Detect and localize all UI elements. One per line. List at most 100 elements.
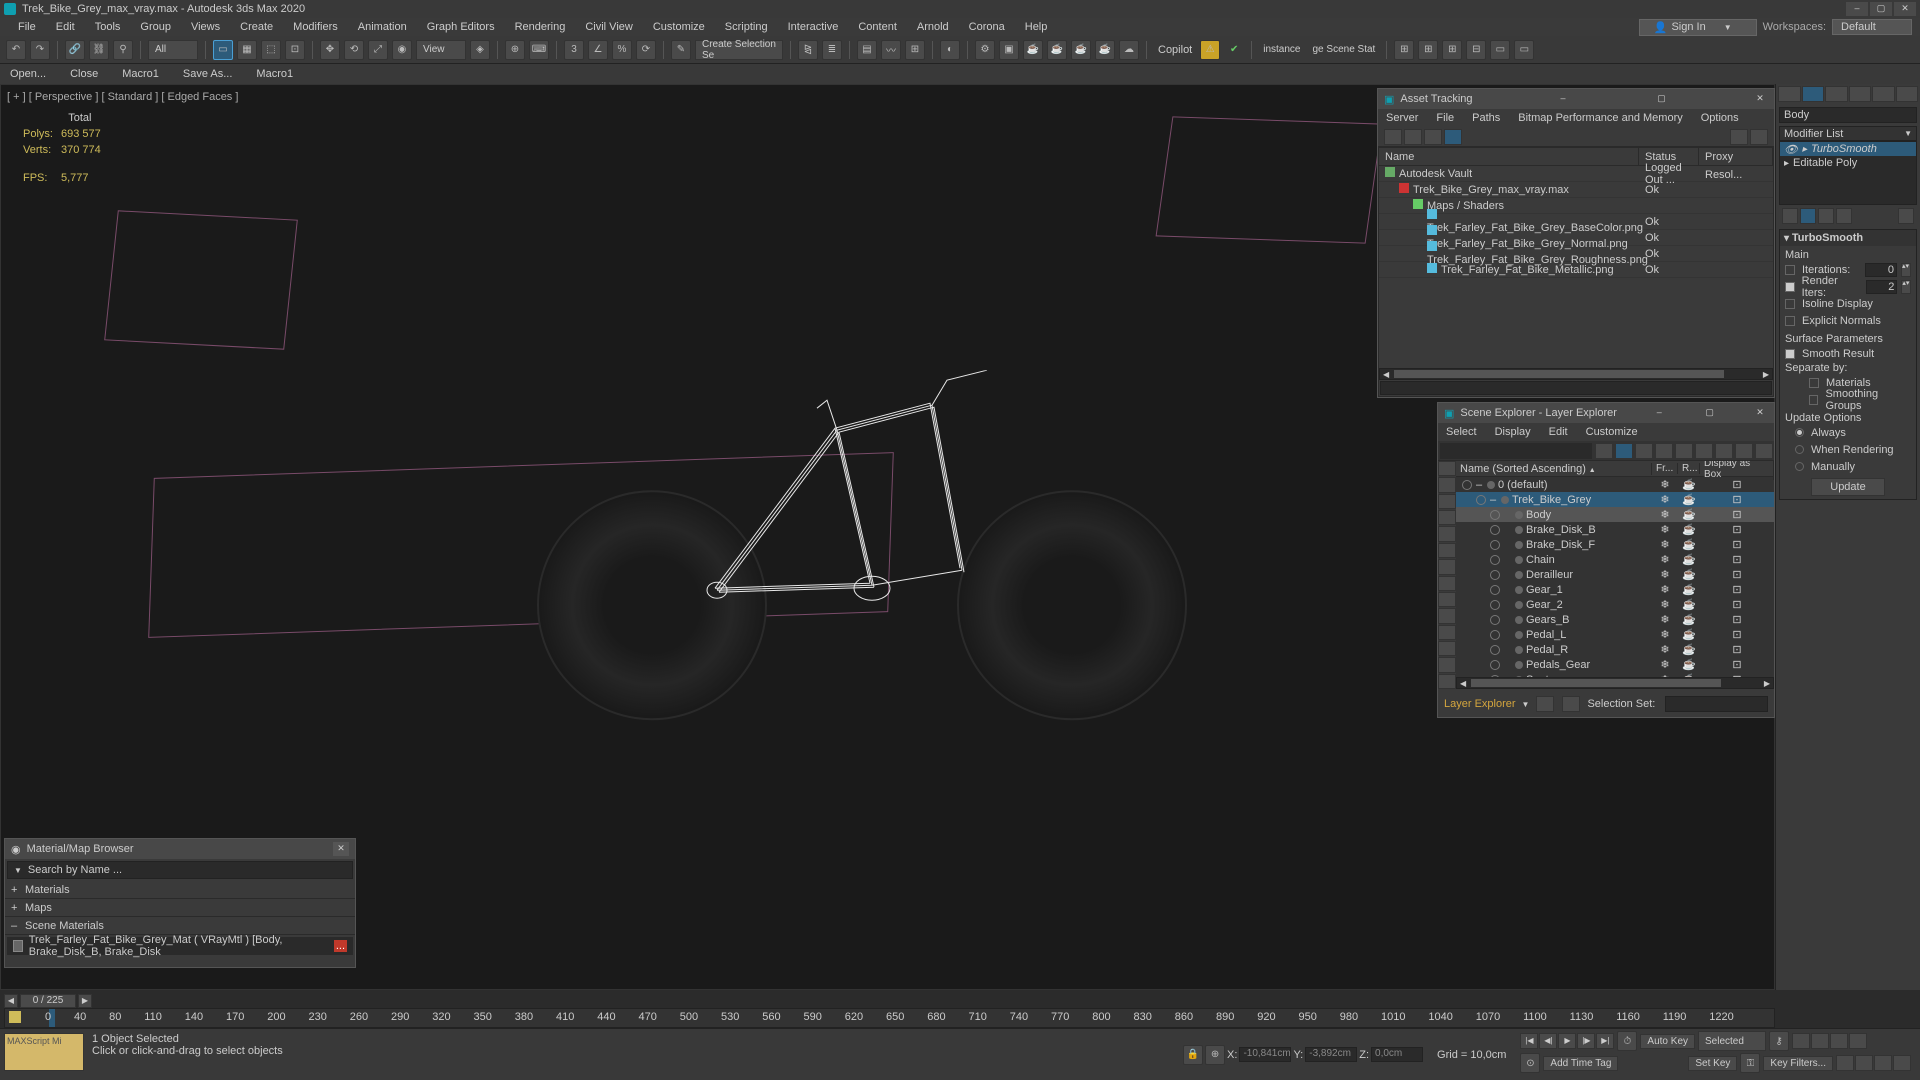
scene-search-input[interactable]	[1440, 443, 1592, 459]
scene-item[interactable]: Pedals_Gear❄☕⊡	[1456, 657, 1774, 672]
selection-filter-dropdown[interactable]: All	[148, 40, 198, 60]
time-slider-handle[interactable]: 0 / 225	[20, 994, 76, 1008]
nav-5[interactable]	[1836, 1055, 1854, 1071]
scene-clear-button[interactable]	[1595, 443, 1613, 459]
render-iter-button[interactable]: ☕	[1071, 40, 1091, 60]
vp-config-1[interactable]: ⊞	[1394, 40, 1414, 60]
modifier-turbosmooth[interactable]: 👁▸ TurboSmooth	[1780, 142, 1916, 156]
vp-config-4[interactable]: ⊟	[1466, 40, 1486, 60]
align-button[interactable]: ≣	[822, 40, 842, 60]
scene-side-8[interactable]	[1438, 576, 1456, 591]
menu-views[interactable]: Views	[181, 18, 230, 36]
object-name-field[interactable]: Body	[1779, 107, 1917, 123]
ref-coord-dropdown[interactable]: View	[416, 40, 466, 60]
select-object-button[interactable]: ▭	[213, 40, 233, 60]
eye-icon[interactable]: 👁	[1784, 143, 1798, 156]
layer-explorer-mode[interactable]: Layer Explorer	[1444, 698, 1516, 710]
menu-animation[interactable]: Animation	[348, 18, 417, 36]
unique-button[interactable]	[1818, 208, 1834, 224]
vp-config-2[interactable]: ⊞	[1418, 40, 1438, 60]
nav-8[interactable]	[1893, 1055, 1911, 1071]
scene-side-7[interactable]	[1438, 559, 1456, 574]
add-time-tag-button[interactable]: Add Time Tag	[1543, 1056, 1618, 1071]
schematic-view-button[interactable]: ⊞	[905, 40, 925, 60]
asset-icon-4[interactable]	[1444, 129, 1462, 145]
pivot-button[interactable]: ◈	[470, 40, 490, 60]
vp-config-6[interactable]: ▭	[1514, 40, 1534, 60]
scene-side-5[interactable]	[1438, 526, 1456, 541]
pin-stack-button[interactable]	[1782, 208, 1798, 224]
nav-4[interactable]	[1849, 1033, 1867, 1049]
close-button[interactable]: ✕	[1894, 2, 1916, 16]
asset-menu-bitmap[interactable]: Bitmap Performance and Memory	[1518, 112, 1682, 124]
modifier-list-dropdown[interactable]: Modifier List▼	[1779, 126, 1917, 141]
motion-tab[interactable]	[1849, 86, 1872, 102]
render-cloud-button[interactable]: ☁	[1119, 40, 1139, 60]
scene-col-render[interactable]: R...	[1678, 463, 1700, 474]
isoline-checkbox[interactable]	[1785, 299, 1795, 309]
utilities-tab[interactable]	[1896, 86, 1919, 102]
rollup-title[interactable]: ▾ TurboSmooth	[1780, 230, 1916, 246]
smooth-result-checkbox[interactable]	[1785, 349, 1795, 359]
scene-menu-display[interactable]: Display	[1495, 426, 1531, 438]
setkey-button[interactable]: Set Key	[1688, 1056, 1737, 1071]
nav-3[interactable]	[1830, 1033, 1848, 1049]
asset-row[interactable]: Trek_Farley_Fat_Bike_Metallic.pngOk	[1379, 262, 1773, 278]
rotate-button[interactable]: ⟲	[344, 40, 364, 60]
scene-item[interactable]: Derailleur❄☕⊡	[1456, 567, 1774, 582]
workspace-dropdown[interactable]: Default	[1832, 19, 1912, 35]
nav-7[interactable]	[1874, 1055, 1892, 1071]
iterations-spinner[interactable]: 0	[1865, 263, 1897, 277]
scene-layer4-button[interactable]	[1715, 443, 1733, 459]
render-button[interactable]: ☕	[1023, 40, 1043, 60]
render-frame-button[interactable]: ▣	[999, 40, 1019, 60]
modify-tab[interactable]	[1802, 86, 1825, 102]
signin-button[interactable]: 👤Sign In▼	[1639, 19, 1757, 36]
always-radio[interactable]	[1795, 428, 1804, 437]
scene-item[interactable]: Brake_Disk_B❄☕⊡	[1456, 522, 1774, 537]
render-active-button[interactable]: ☕	[1095, 40, 1115, 60]
asset-max-button[interactable]: ▢	[1654, 92, 1670, 106]
prev-frame-button[interactable]: ◀|	[1539, 1033, 1557, 1049]
materials-category[interactable]: +Materials	[5, 881, 355, 899]
scene-side-2[interactable]	[1438, 477, 1456, 492]
placement-button[interactable]: ◉	[392, 40, 412, 60]
scene-foot-2[interactable]	[1562, 696, 1580, 712]
goto-end-button[interactable]: ▶|	[1596, 1033, 1614, 1049]
quick-macro1[interactable]: Macro1	[122, 68, 159, 80]
scale-button[interactable]: ⤢	[368, 40, 388, 60]
select-rect-button[interactable]: ⬚	[261, 40, 281, 60]
y-coord-field[interactable]: -3,892cm	[1305, 1047, 1357, 1062]
key-icon-button[interactable]: ⚿	[1740, 1053, 1760, 1073]
material-search-input[interactable]: ▼ Search by Name ...	[7, 861, 353, 879]
asset-icon-3[interactable]	[1424, 129, 1442, 145]
scene-menu-edit[interactable]: Edit	[1549, 426, 1568, 438]
scene-item[interactable]: Gear_2❄☕⊡	[1456, 597, 1774, 612]
play-button[interactable]: ▶	[1558, 1033, 1576, 1049]
asset-menu-paths[interactable]: Paths	[1472, 112, 1500, 124]
material-editor-button[interactable]: ◐	[940, 40, 960, 60]
menu-create[interactable]: Create	[230, 18, 283, 36]
sep-groups-checkbox[interactable]	[1809, 395, 1818, 405]
scene-side-14[interactable]	[1438, 674, 1456, 689]
scene-close-button[interactable]: ✕	[1752, 406, 1768, 420]
quick-saveas[interactable]: Save As...	[183, 68, 233, 80]
asset-icon-r2[interactable]	[1750, 129, 1768, 145]
snap-button[interactable]: 3	[564, 40, 584, 60]
menu-modifiers[interactable]: Modifiers	[283, 18, 348, 36]
menu-corona[interactable]: Corona	[959, 18, 1015, 36]
edit-selection-set-button[interactable]: ✎	[671, 40, 691, 60]
update-button[interactable]: Update	[1811, 478, 1884, 496]
hierarchy-tab[interactable]	[1825, 86, 1848, 102]
menu-interactive[interactable]: Interactive	[778, 18, 849, 36]
scene-materials-category[interactable]: –Scene Materials	[5, 917, 355, 935]
layers-button[interactable]: ▤	[857, 40, 877, 60]
scene-side-9[interactable]	[1438, 592, 1456, 607]
z-coord-field[interactable]: 0,0cm	[1371, 1047, 1423, 1062]
explicit-checkbox[interactable]	[1785, 316, 1795, 326]
menu-content[interactable]: Content	[848, 18, 907, 36]
keyboard-button[interactable]: ⌨	[529, 40, 549, 60]
maximize-button[interactable]: ▢	[1870, 2, 1892, 16]
scene-item[interactable]: Brake_Disk_F❄☕⊡	[1456, 537, 1774, 552]
menu-arnold[interactable]: Arnold	[907, 18, 959, 36]
